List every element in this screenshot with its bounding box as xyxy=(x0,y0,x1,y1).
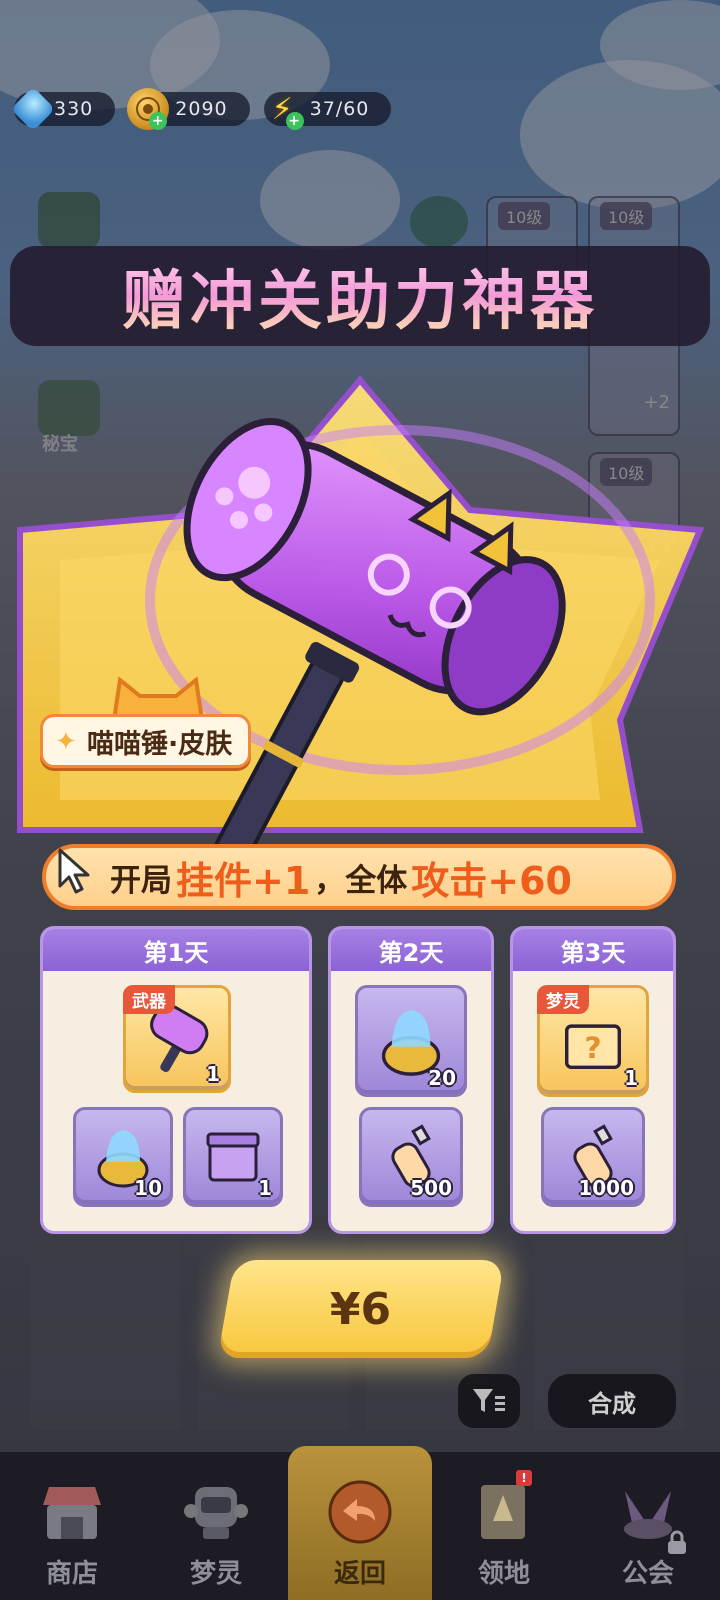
title-banner: 赠冲关助力神器 xyxy=(10,246,710,346)
coin-counter[interactable]: 2090 + xyxy=(127,88,250,130)
reward-item-hammer-skin[interactable]: 武器 1 xyxy=(123,985,231,1093)
energy-counter[interactable]: ⚡ 37/60 + xyxy=(263,92,392,130)
item-qty: 1 xyxy=(624,1066,638,1090)
day-card-3: 第3天 ? 梦灵 1 1000 xyxy=(510,926,676,1234)
day-card-1: 第1天 武器 1 10 1 xyxy=(40,926,312,1234)
nav-item-dream-spirit[interactable]: 梦灵 xyxy=(144,1452,288,1600)
item-qty: 1 xyxy=(258,1176,272,1200)
energy-value: 37/60 xyxy=(309,98,370,120)
nav-label: 公会 xyxy=(621,1559,674,1589)
skin-name-tag: ✦ 喵喵锤·皮肤 xyxy=(40,714,252,768)
ribbon-middle: ，全体 xyxy=(314,862,408,899)
item-tag: 梦灵 xyxy=(537,985,589,1014)
lock-icon xyxy=(668,1530,686,1554)
reward-item-mystery-box[interactable]: ? 梦灵 1 xyxy=(537,985,649,1097)
add-energy-icon[interactable]: + xyxy=(285,112,304,130)
nav-item-territory[interactable]: ! 领地 xyxy=(432,1452,576,1600)
item-qty: 1 xyxy=(206,1062,220,1086)
reward-item-rainbow-bottle[interactable]: 1000 xyxy=(541,1107,645,1207)
shop-icon xyxy=(37,1477,107,1547)
item-tag: 武器 xyxy=(123,985,175,1014)
bottom-nav: 商店 梦灵 返回 ! 领地 公会 xyxy=(0,1446,720,1600)
gem-value: 330 xyxy=(54,98,94,120)
reward-item-rainbow-bottle[interactable]: 500 xyxy=(359,1107,463,1207)
skin-name-label: 喵喵锤·皮肤 xyxy=(87,728,233,760)
ribbon-highlight-2: 攻击+60 xyxy=(411,858,573,903)
resource-bar: 330 2090 + ⚡ 37/60 + xyxy=(10,86,392,132)
nav-label: 梦灵 xyxy=(189,1559,242,1589)
nav-label: 返回 xyxy=(333,1559,386,1589)
page-title: 赠冲关助力神器 xyxy=(122,250,598,342)
nav-label: 领地 xyxy=(477,1559,530,1589)
back-arrow-icon xyxy=(325,1477,395,1547)
price-label: ¥6 xyxy=(330,1283,392,1335)
ribbon-prefix: 开局 xyxy=(110,862,172,899)
robot-icon xyxy=(181,1477,251,1547)
nav-item-guild[interactable]: 公会 xyxy=(576,1452,720,1600)
sparkle-icon: ✦ xyxy=(55,727,77,757)
gem-icon xyxy=(10,86,56,132)
nav-item-back[interactable]: 返回 xyxy=(288,1446,432,1600)
item-qty: 10 xyxy=(134,1176,162,1200)
notification-badge: ! xyxy=(516,1470,532,1486)
coin-value: 2090 xyxy=(175,98,228,120)
item-qty: 20 xyxy=(428,1066,456,1090)
ribbon-highlight-1: 挂件+1 xyxy=(176,858,311,903)
hammer-illustration xyxy=(17,375,705,879)
day-label: 第2天 xyxy=(331,929,491,971)
reward-item-spirit-pot[interactable]: 20 xyxy=(355,985,467,1097)
day-card-2: 第2天 20 500 xyxy=(328,926,494,1234)
gem-counter[interactable]: 330 xyxy=(10,86,116,132)
filter-icon xyxy=(473,1389,505,1412)
day-label: 第1天 xyxy=(43,929,309,971)
territory-icon xyxy=(469,1477,539,1547)
filter-button[interactable] xyxy=(458,1374,520,1428)
bonus-ribbon: 开局 挂件+1 ，全体 攻击+60 xyxy=(42,844,676,910)
add-coin-icon[interactable]: + xyxy=(149,112,168,130)
nav-label: 商店 xyxy=(45,1559,98,1589)
item-qty: 1000 xyxy=(578,1176,634,1200)
hammer-showcase xyxy=(0,360,720,920)
nav-item-shop[interactable]: 商店 xyxy=(0,1452,144,1600)
item-qty: 500 xyxy=(410,1176,452,1200)
cursor-icon xyxy=(58,848,90,894)
svg-text:?: ? xyxy=(584,1031,601,1066)
reward-item-mystery-crate[interactable]: 1 xyxy=(183,1107,283,1207)
day-label: 第3天 xyxy=(513,929,673,971)
purchase-button[interactable]: ¥6 xyxy=(217,1260,505,1358)
compose-button[interactable]: 合成 xyxy=(548,1374,676,1428)
reward-item-spirit-pot[interactable]: 10 xyxy=(73,1107,173,1207)
